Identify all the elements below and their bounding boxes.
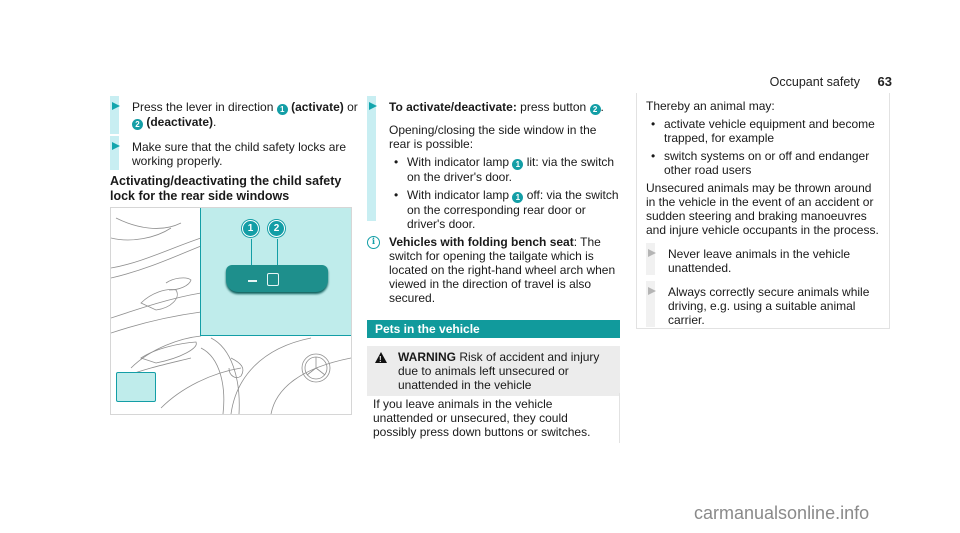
info-note: i Vehicles with folding bench seat: The … bbox=[367, 235, 620, 305]
warning-box: WARNING Risk of accident and injury due … bbox=[367, 346, 620, 396]
step-arrow-icon bbox=[112, 142, 120, 150]
warning-label: WARNING bbox=[398, 350, 456, 364]
warning-triangle-icon bbox=[375, 352, 387, 367]
callout-2-icon: 2 bbox=[132, 119, 143, 130]
callout-2-icon: 2 bbox=[268, 220, 285, 237]
info-label: Vehicles with folding bench seat bbox=[389, 235, 574, 249]
step-text: Always correctly secure animals while dr… bbox=[668, 285, 870, 327]
callout-1-icon: 1 bbox=[242, 220, 259, 237]
list-item: activate vehicle equipment and become tr… bbox=[646, 117, 881, 145]
page-number: 63 bbox=[877, 74, 892, 89]
callout-2-icon: 2 bbox=[589, 104, 601, 115]
info-icon: i bbox=[367, 236, 380, 249]
step-text: press button bbox=[516, 100, 590, 114]
warning-body: If you leave animals in the vehicle unat… bbox=[367, 393, 620, 443]
section-title: Occupant safety bbox=[769, 75, 860, 89]
step-arrow-icon bbox=[112, 102, 120, 110]
list-item: With indicator lamp 1 lit: via the switc… bbox=[389, 155, 620, 184]
callout-1-icon: 1 bbox=[512, 159, 524, 170]
instruction-step: Press the lever in direction 1 (activate… bbox=[110, 96, 358, 134]
intro-text: Thereby an animal may: bbox=[646, 99, 775, 113]
step-text: Press the lever in direction bbox=[132, 100, 277, 114]
step-punct: . bbox=[213, 115, 217, 129]
subsection-heading: Activating/deactivating the child safety… bbox=[110, 174, 342, 203]
deactivate-label: (deactivate) bbox=[146, 115, 214, 129]
page-header: Occupant safety 63 bbox=[750, 73, 892, 93]
warning-continuation-box: Thereby an animal may: activate vehicle … bbox=[636, 93, 890, 329]
paragraph: Unsecured animals may be thrown around i… bbox=[646, 181, 879, 237]
middle-column: To activate/deactivate: press button 2. … bbox=[367, 96, 620, 305]
left-column: Press the lever in direction 1 (activate… bbox=[110, 96, 358, 204]
step-bar bbox=[646, 243, 655, 275]
bullet-text: With indicator lamp bbox=[407, 188, 513, 202]
step-text-or: or bbox=[343, 100, 358, 114]
callout-1-icon: 1 bbox=[512, 192, 524, 203]
instruction-step: Always correctly secure animals while dr… bbox=[646, 281, 881, 327]
callout-1-icon: 1 bbox=[276, 104, 288, 115]
switch-location-highlight bbox=[116, 372, 156, 402]
child-lock-switch bbox=[226, 265, 328, 292]
bullet-text: With indicator lamp bbox=[407, 155, 513, 169]
list-item: With indicator lamp 1 off: via the switc… bbox=[389, 188, 620, 231]
step-arrow-icon bbox=[648, 287, 656, 295]
section-heading-bar: Pets in the vehicle bbox=[367, 320, 620, 338]
child-lock-icon bbox=[267, 273, 279, 286]
step-bar bbox=[367, 96, 376, 221]
bullet-list: With indicator lamp 1 lit: via the switc… bbox=[389, 155, 620, 231]
zoom-detail-box: 1 2 bbox=[200, 208, 351, 336]
activate-label: (activate) bbox=[291, 100, 344, 114]
door-switch-illustration: 1 2 bbox=[110, 207, 352, 415]
indicator-lamp-icon bbox=[248, 280, 257, 282]
step-arrow-icon bbox=[369, 102, 377, 110]
step-label: To activate/deactivate: bbox=[389, 100, 517, 114]
instruction-step: Make sure that the child safety locks ar… bbox=[110, 136, 358, 170]
step-punct: . bbox=[600, 100, 604, 114]
watermark: carmanualsonline.info bbox=[694, 503, 870, 523]
step-text: Never leave animals in the vehicle unatt… bbox=[668, 247, 851, 275]
instruction-step: Never leave animals in the vehicle unatt… bbox=[646, 243, 881, 275]
instruction-step: To activate/deactivate: press button 2. … bbox=[367, 96, 620, 231]
step-arrow-icon bbox=[648, 249, 656, 257]
list-item: switch systems on or off and endanger ot… bbox=[646, 149, 881, 177]
step-paragraph: Opening/closing the side window in the r… bbox=[389, 123, 597, 151]
bullet-list: activate vehicle equipment and become tr… bbox=[646, 117, 881, 177]
step-text: Make sure that the child safety locks ar… bbox=[132, 140, 347, 168]
